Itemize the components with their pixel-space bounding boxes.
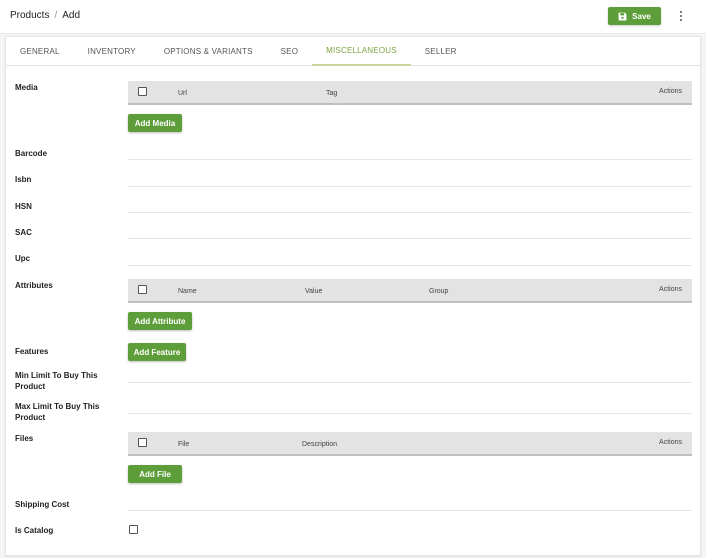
breadcrumb: Products / Add [10, 10, 80, 21]
max-limit-input[interactable] [128, 413, 692, 414]
attributes-col-group: Group [429, 288, 449, 295]
tab-seller[interactable]: SELLER [411, 37, 471, 66]
min-limit-label-line2: Product [15, 382, 46, 391]
barcode-input[interactable] [128, 159, 692, 160]
attributes-select-all-checkbox[interactable] [138, 285, 147, 294]
breadcrumb-products[interactable]: Products [10, 10, 49, 21]
min-limit-input[interactable] [128, 382, 692, 383]
files-col-actions: Actions [659, 439, 682, 446]
max-limit-label-line1: Max Limit To Buy This [15, 402, 100, 411]
media-col-tag: Tag [326, 90, 338, 97]
files-col-description: Description [302, 441, 338, 448]
files-col-file: File [178, 441, 190, 448]
save-button[interactable]: Save [608, 7, 661, 25]
barcode-label: Barcode [15, 149, 48, 158]
save-button-label: Save [632, 11, 651, 21]
sac-label: SAC [15, 228, 32, 237]
floppy-disk-icon [618, 12, 627, 20]
media-col-actions: Actions [659, 88, 682, 95]
isbn-label: Isbn [15, 175, 32, 184]
upc-input[interactable] [128, 265, 692, 266]
tab-inventory[interactable]: INVENTORY [74, 37, 150, 66]
add-attribute-button[interactable]: Add Attribute [128, 312, 192, 330]
files-label: Files [15, 434, 34, 443]
isbn-input[interactable] [128, 186, 692, 187]
shipping-cost-label: Shipping Cost [15, 500, 70, 509]
is-catalog-label: Is Catalog [15, 526, 54, 535]
add-feature-button[interactable]: Add Feature [128, 343, 186, 361]
min-limit-label: Min Limit To Buy This Product [15, 370, 115, 392]
tab-seo[interactable]: SEO [267, 37, 313, 66]
hsn-label: HSN [15, 202, 32, 211]
min-limit-label-line1: Min Limit To Buy This [15, 371, 98, 380]
hsn-input[interactable] [128, 212, 692, 213]
attributes-label: Attributes [15, 281, 53, 290]
breadcrumb-separator: / [54, 10, 58, 21]
tab-options-variants[interactable]: OPTIONS & VARIANTS [150, 37, 267, 66]
files-grid-header: File Description Actions [128, 432, 692, 456]
tab-miscellaneous[interactable]: MISCELLANEOUS [312, 37, 411, 66]
product-form-card: GENERAL INVENTORY OPTIONS & VARIANTS SEO… [5, 36, 701, 556]
attributes-col-name: Name [178, 288, 197, 295]
attributes-col-value: Value [305, 288, 323, 295]
tab-bar: GENERAL INVENTORY OPTIONS & VARIANTS SEO… [6, 37, 700, 66]
shipping-cost-input[interactable] [128, 510, 692, 511]
is-catalog-checkbox[interactable] [129, 525, 138, 534]
tab-general[interactable]: GENERAL [6, 37, 74, 66]
more-options-icon[interactable] [673, 8, 689, 24]
upc-label: Upc [15, 254, 31, 263]
add-file-button[interactable]: Add File [128, 465, 182, 483]
files-select-all-checkbox[interactable] [138, 438, 147, 447]
max-limit-label-line2: Product [15, 413, 46, 422]
add-media-button[interactable]: Add Media [128, 114, 182, 132]
media-select-all-checkbox[interactable] [138, 87, 147, 96]
sac-input[interactable] [128, 238, 692, 239]
features-label: Features [15, 347, 49, 356]
media-grid-header: Url Tag Actions [128, 81, 692, 105]
attributes-grid-header: Name Value Group Actions [128, 279, 692, 303]
media-col-url: Url [178, 90, 187, 97]
breadcrumb-current: Add [62, 10, 81, 21]
max-limit-label: Max Limit To Buy This Product [15, 401, 115, 423]
top-bar: Products / Add Save [0, 0, 706, 34]
media-label: Media [15, 83, 38, 92]
attributes-col-actions: Actions [659, 286, 682, 293]
